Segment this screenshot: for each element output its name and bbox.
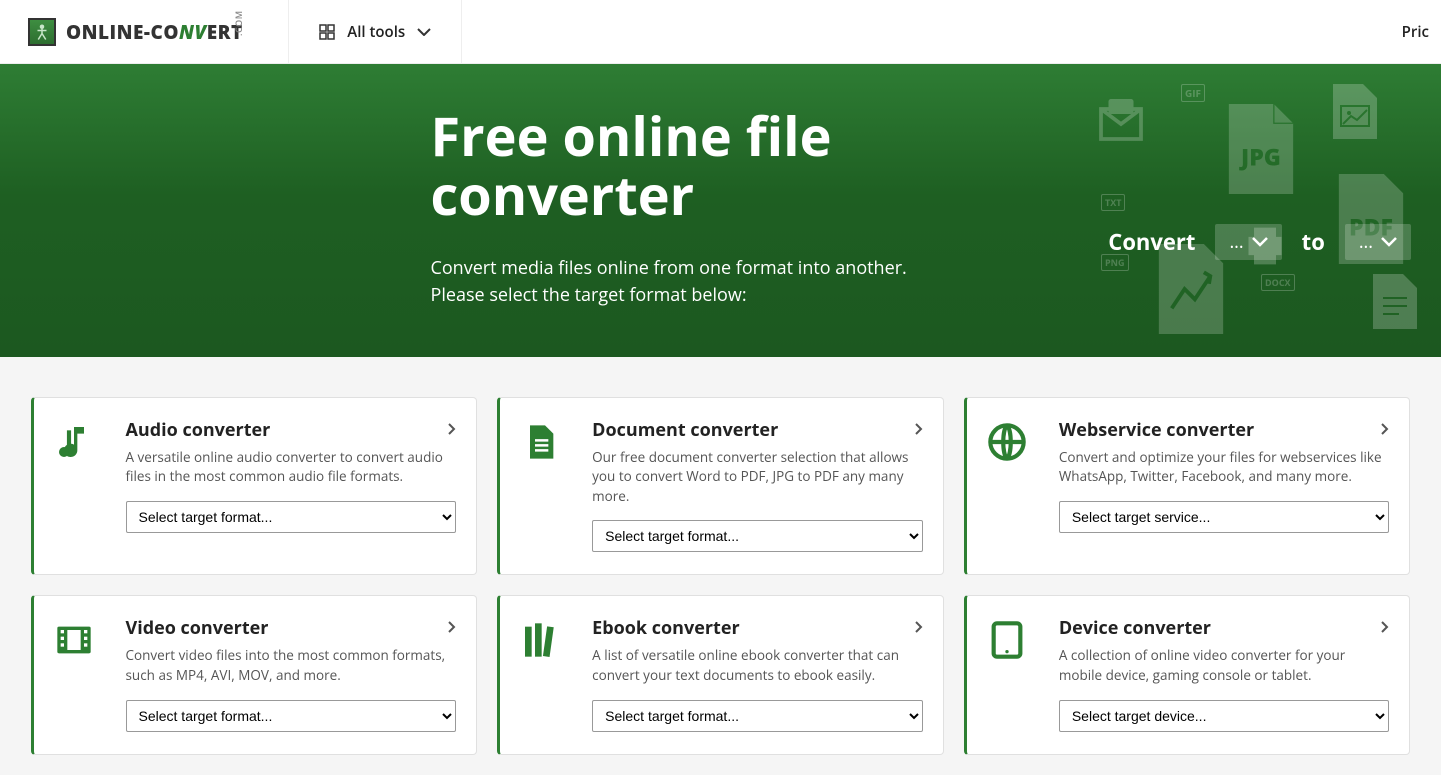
pricing-link[interactable]: Pric: [1402, 22, 1441, 42]
card-desc: A versatile online audio converter to co…: [126, 448, 457, 487]
card-document-converter[interactable]: Document converter Our free document con…: [497, 397, 944, 576]
card-title: Audio converter: [126, 418, 271, 442]
chevron-right-icon: [1381, 418, 1389, 440]
header: ONLINE-CONVERT.COM All tools Pric: [0, 0, 1441, 64]
card-webservice-converter[interactable]: Webservice converter Convert and optimiz…: [964, 397, 1411, 576]
card-desc: Our free document converter selection th…: [592, 448, 923, 507]
globe-icon: [987, 418, 1035, 553]
document-icon: [520, 418, 568, 553]
card-format-select[interactable]: Select target format...: [592, 520, 923, 552]
card-format-select[interactable]: Select target service...: [1059, 501, 1390, 533]
card-title: Video converter: [126, 616, 269, 640]
converter-grid: Audio converter A versatile online audio…: [11, 357, 1431, 775]
card-ebook-converter[interactable]: Ebook converter A list of versatile onli…: [497, 595, 944, 754]
chevron-right-icon: [915, 616, 923, 638]
chevron-down-icon: [417, 28, 431, 36]
convert-label: Convert: [1108, 227, 1195, 257]
logo-text: ONLINE-CONVERT.COM: [66, 19, 268, 45]
grid-icon: [319, 24, 335, 40]
card-audio-converter[interactable]: Audio converter A versatile online audio…: [31, 397, 478, 576]
music-note-icon: [54, 418, 102, 553]
chevron-right-icon: [1381, 616, 1389, 638]
gif-badge-icon: GIF: [1181, 84, 1205, 102]
convert-to-label: to: [1302, 227, 1325, 257]
card-device-converter[interactable]: Device converter A collection of online …: [964, 595, 1411, 754]
film-icon: [54, 616, 102, 731]
chevron-right-icon: [915, 418, 923, 440]
chevron-down-icon: [1252, 237, 1268, 247]
card-desc: Convert video files into the most common…: [126, 646, 457, 685]
hero: Free online file converter Convert media…: [0, 64, 1441, 357]
card-title: Document converter: [592, 418, 778, 442]
chevron-right-icon: [448, 418, 456, 440]
card-title: Device converter: [1059, 616, 1211, 640]
tablet-icon: [987, 616, 1035, 731]
all-tools-label: All tools: [347, 22, 405, 42]
card-video-converter[interactable]: Video converter Convert video files into…: [31, 595, 478, 754]
convert-to-select[interactable]: ...: [1345, 224, 1411, 260]
card-desc: Convert and optimize your files for webs…: [1059, 448, 1390, 487]
card-format-select[interactable]: Select target format...: [126, 501, 457, 533]
hero-title: Free online file converter: [431, 106, 991, 225]
chevron-right-icon: [448, 616, 456, 638]
books-icon: [520, 616, 568, 731]
logo[interactable]: ONLINE-CONVERT.COM: [0, 0, 289, 63]
convert-from-select[interactable]: ...: [1215, 224, 1281, 260]
all-tools-menu[interactable]: All tools: [289, 0, 462, 63]
card-desc: A collection of online video converter f…: [1059, 646, 1390, 685]
chevron-down-icon: [1381, 237, 1397, 247]
card-title: Ebook converter: [592, 616, 740, 640]
convert-bar: Convert ... to ...: [1108, 224, 1411, 260]
logo-mark-icon: [28, 18, 56, 46]
hero-subtitle: Convert media files online from one form…: [431, 255, 961, 309]
card-desc: A list of versatile online ebook convert…: [592, 646, 923, 685]
card-title: Webservice converter: [1059, 418, 1254, 442]
